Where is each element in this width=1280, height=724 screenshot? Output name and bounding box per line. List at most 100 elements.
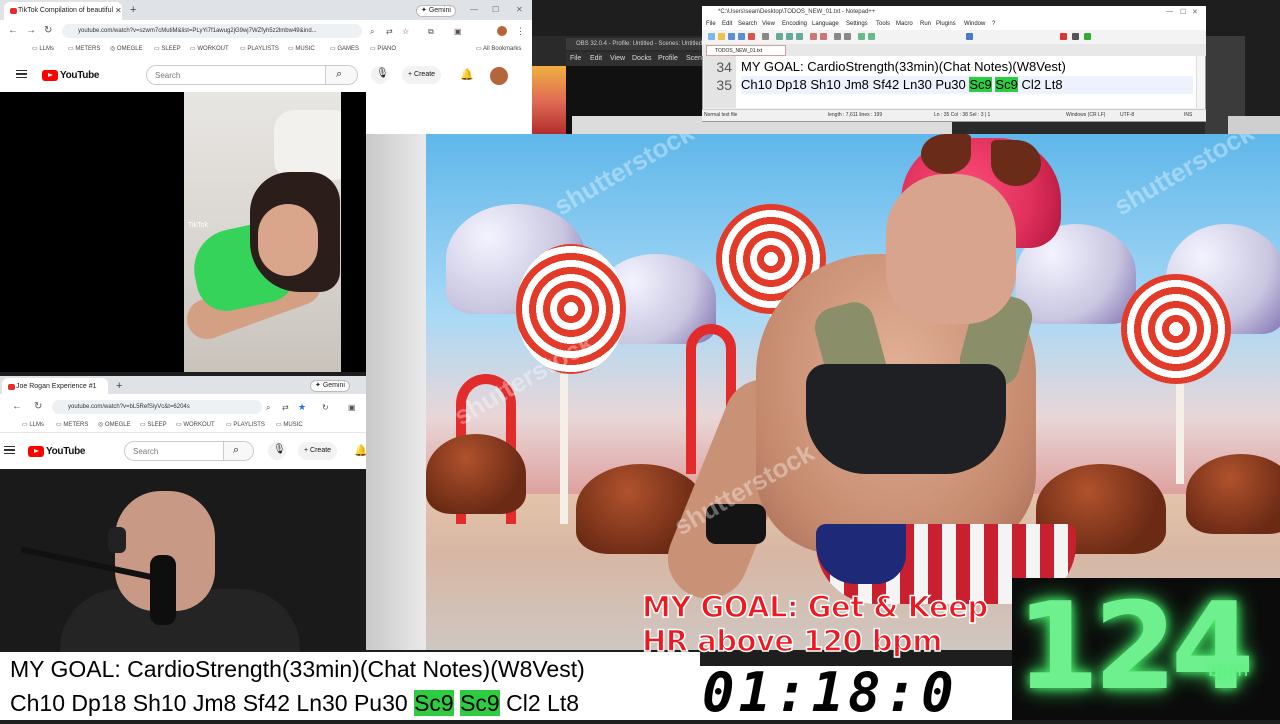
menu-macro[interactable]: Macro xyxy=(896,19,913,30)
bookmark-llms[interactable]: ▭ LLMs xyxy=(22,420,44,430)
youtube-logo-icon[interactable] xyxy=(42,70,58,81)
bookmark-sleep[interactable]: ▭ SLEEP xyxy=(140,420,167,430)
bookmark-piano[interactable]: ▭ PIANO xyxy=(370,44,396,54)
close-tab-icon[interactable]: ✕ xyxy=(115,2,122,20)
obs-menu-edit[interactable]: Edit xyxy=(590,52,602,66)
voice-search-button[interactable]: 🎙 xyxy=(268,442,286,460)
print-icon[interactable] xyxy=(762,33,769,40)
close-file-icon[interactable] xyxy=(748,33,755,40)
gemini-button[interactable]: ✦ Gemini xyxy=(310,380,350,392)
account-avatar[interactable] xyxy=(490,67,508,85)
menu-help[interactable]: ? xyxy=(992,19,995,30)
paste-icon[interactable] xyxy=(796,33,803,40)
bookmark-omegle[interactable]: ◎ OMEGLE xyxy=(110,44,143,54)
video-player-2[interactable] xyxy=(0,469,366,652)
search-button[interactable]: ⌕ xyxy=(326,65,358,85)
menu-file[interactable]: File xyxy=(706,19,716,30)
hamburger-menu-icon[interactable] xyxy=(4,446,15,454)
bookmark-star-icon[interactable]: ☆ xyxy=(402,27,409,36)
bookmark-workout[interactable]: ▭ WORKOUT xyxy=(176,420,215,430)
sidepanel-icon[interactable]: ▣ xyxy=(348,403,356,412)
youtube-wordmark[interactable]: YouTube xyxy=(60,70,100,81)
maximize-icon[interactable]: ☐ xyxy=(492,5,499,14)
bookmark-music[interactable]: ▭ MUSIC xyxy=(276,420,303,430)
bookmark-omegle[interactable]: ◎ OMEGLE xyxy=(98,420,131,430)
profile-avatar[interactable] xyxy=(497,26,507,36)
address-bar[interactable]: youtube.com/watch?v=bL5RefSiyVc&t=6204s xyxy=(52,400,262,414)
search-input[interactable]: Search xyxy=(146,65,326,85)
hamburger-menu-icon[interactable] xyxy=(16,70,27,78)
forward-icon[interactable]: → xyxy=(26,25,36,36)
obs-menu-profile[interactable]: Profile xyxy=(658,52,678,66)
menu-language[interactable]: Language xyxy=(812,19,839,30)
obs-menu-view[interactable]: View xyxy=(610,52,625,66)
menu-encoding[interactable]: Encoding xyxy=(782,19,807,30)
translate-icon[interactable]: ⇄ xyxy=(282,403,289,412)
gemini-button[interactable]: ✦ Gemini xyxy=(416,5,456,17)
menu-run[interactable]: Run xyxy=(920,19,931,30)
zoom-icon[interactable]: ⌕ xyxy=(370,27,374,37)
menu-view[interactable]: View xyxy=(762,19,775,30)
play-macro-icon[interactable] xyxy=(1084,33,1091,40)
obs-menu-docks[interactable]: Docks xyxy=(632,52,651,66)
minimize-icon[interactable]: — xyxy=(470,5,478,14)
reload-icon[interactable]: ↻ xyxy=(44,25,52,36)
close-window-icon[interactable]: ✕ xyxy=(516,5,523,14)
close-window-icon[interactable]: ✕ xyxy=(1192,8,1198,16)
minimize-icon[interactable]: — xyxy=(1166,8,1173,15)
bookmark-sleep[interactable]: ▭ SLEEP xyxy=(154,44,181,54)
all-bookmarks[interactable]: ▭ All Bookmarks xyxy=(476,44,521,54)
bookmark-games[interactable]: ▭ GAMES xyxy=(330,44,359,54)
replace-icon[interactable] xyxy=(844,33,851,40)
menu-edit[interactable]: Edit xyxy=(722,19,732,30)
bookmark-meters[interactable]: ▭ METERS xyxy=(68,44,100,54)
wrap-icon[interactable] xyxy=(966,33,973,40)
voice-search-button[interactable]: 🎙 xyxy=(371,66,389,84)
save-all-icon[interactable] xyxy=(738,33,745,40)
menu-settings[interactable]: Settings xyxy=(846,19,868,30)
bookmark-playlists[interactable]: ▭ PLAYLISTS xyxy=(240,44,279,54)
new-tab-icon[interactable]: + xyxy=(116,378,122,394)
record-macro-icon[interactable] xyxy=(1060,33,1067,40)
undo-icon[interactable] xyxy=(810,33,817,40)
copy-icon[interactable] xyxy=(786,33,793,40)
menu-tools[interactable]: Tools xyxy=(876,19,890,30)
extensions-icon[interactable]: ↻ xyxy=(322,403,329,412)
notepad-file-tab[interactable]: TODOS_NEW_01.txt xyxy=(706,45,786,56)
search-button[interactable]: ⌕ xyxy=(224,441,254,461)
zoom-icon[interactable]: ⌕ xyxy=(266,403,270,413)
menu-search[interactable]: Search xyxy=(738,19,757,30)
bookmark-playlists[interactable]: ▭ PLAYLISTS xyxy=(226,420,265,430)
bookmark-meters[interactable]: ▭ METERS xyxy=(56,420,88,430)
notifications-bell-icon[interactable]: 🔔 xyxy=(460,68,474,81)
youtube-logo-icon[interactable] xyxy=(28,446,44,457)
youtube-wordmark[interactable]: YouTube xyxy=(46,446,86,457)
menu-window[interactable]: Window xyxy=(964,19,985,30)
create-button[interactable]: + Create xyxy=(402,66,442,84)
editor-line[interactable]: MY GOAL: CardioStrength(33min)(Chat Note… xyxy=(741,58,1066,76)
translate-icon[interactable]: ⇄ xyxy=(386,27,393,36)
menu-plugins[interactable]: Plugins xyxy=(936,19,956,30)
back-icon[interactable]: ← xyxy=(8,25,18,36)
create-button[interactable]: + Create xyxy=(298,442,338,460)
new-tab-icon[interactable]: + xyxy=(130,2,136,18)
maximize-icon[interactable]: ☐ xyxy=(1180,8,1186,16)
bookmark-workout[interactable]: ▭ WORKOUT xyxy=(190,44,229,54)
stop-macro-icon[interactable] xyxy=(1072,33,1079,40)
new-file-icon[interactable] xyxy=(708,33,715,40)
zoom-out-icon[interactable] xyxy=(868,33,875,40)
back-icon[interactable]: ← xyxy=(12,401,22,412)
bookmark-llms[interactable]: ▭ LLMs xyxy=(32,44,54,54)
address-bar[interactable]: youtube.com/watch?v=szwm7cMutiM&list=PLy… xyxy=(62,24,362,38)
find-icon[interactable] xyxy=(834,33,841,40)
menu-icon[interactable]: ⋮ xyxy=(516,26,525,37)
zoom-in-icon[interactable] xyxy=(858,33,865,40)
save-icon[interactable] xyxy=(728,33,735,40)
editor-scrollbar[interactable] xyxy=(1196,56,1205,108)
bookmark-music[interactable]: ▭ MUSIC xyxy=(288,44,315,54)
obs-menu-file[interactable]: File xyxy=(570,52,581,66)
redo-icon[interactable] xyxy=(820,33,827,40)
reload-icon[interactable]: ↻ xyxy=(34,401,42,412)
editor-line-current[interactable]: Ch10 Dp18 Sh10 Jm8 Sf42 Ln30 Pu30 Sc9 Sc… xyxy=(741,76,1193,94)
sidepanel-icon[interactable]: ▣ xyxy=(454,27,462,36)
